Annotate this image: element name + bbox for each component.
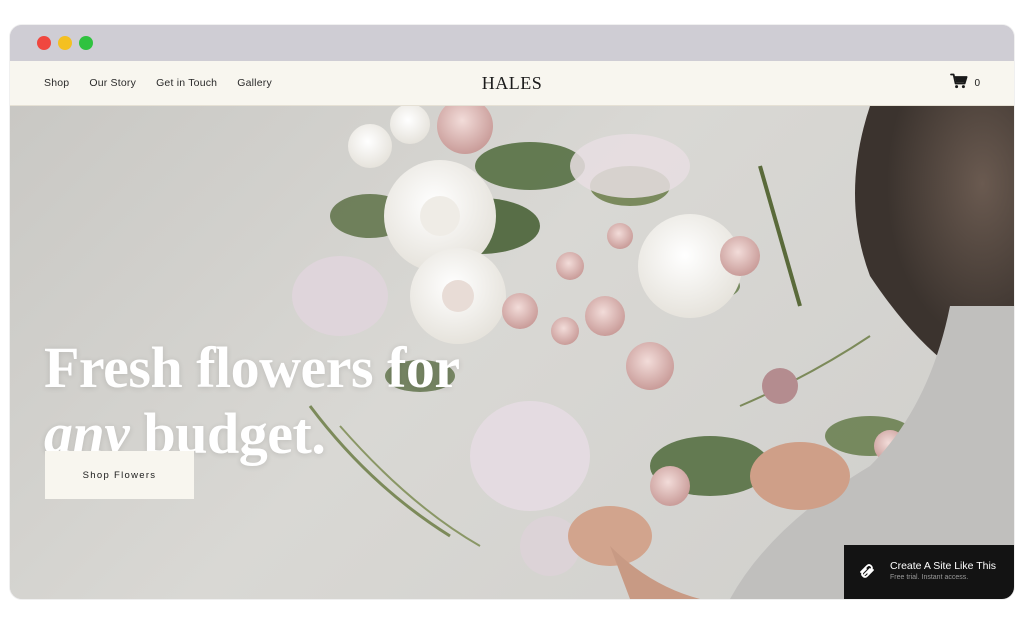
minimize-window-dot[interactable] (58, 36, 72, 50)
shop-flowers-button[interactable]: Shop Flowers (45, 451, 194, 499)
cart-icon (950, 73, 968, 94)
squarespace-logo-icon (858, 563, 876, 584)
maximize-window-dot[interactable] (79, 36, 93, 50)
hero-headline: Fresh flowers for any budget. (44, 335, 460, 467)
browser-window: Shop Our Story Get in Touch Gallery HALE… (10, 25, 1014, 599)
nav-item-gallery[interactable]: Gallery (237, 77, 272, 89)
promo-subtitle: Free trial. Instant access. (890, 574, 969, 581)
hero-section: Fresh flowers for any budget. Shop Flowe… (10, 106, 1014, 599)
hero-headline-line-1: Fresh flowers for (44, 334, 460, 400)
site-header: Shop Our Story Get in Touch Gallery HALE… (10, 61, 1014, 106)
nav-item-shop[interactable]: Shop (44, 77, 69, 89)
main-nav: Shop Our Story Get in Touch Gallery (44, 61, 272, 105)
cart-button[interactable]: 0 (950, 61, 980, 105)
nav-item-our-story[interactable]: Our Story (89, 77, 136, 89)
site-logo[interactable]: HALES (482, 61, 543, 105)
create-site-promo[interactable]: Create A Site Like This Free trial. Inst… (844, 545, 1014, 599)
close-window-dot[interactable] (37, 36, 51, 50)
cart-count: 0 (974, 77, 980, 89)
nav-item-get-in-touch[interactable]: Get in Touch (156, 77, 217, 89)
promo-title: Create A Site Like This (890, 560, 997, 572)
window-titlebar (10, 25, 1014, 61)
